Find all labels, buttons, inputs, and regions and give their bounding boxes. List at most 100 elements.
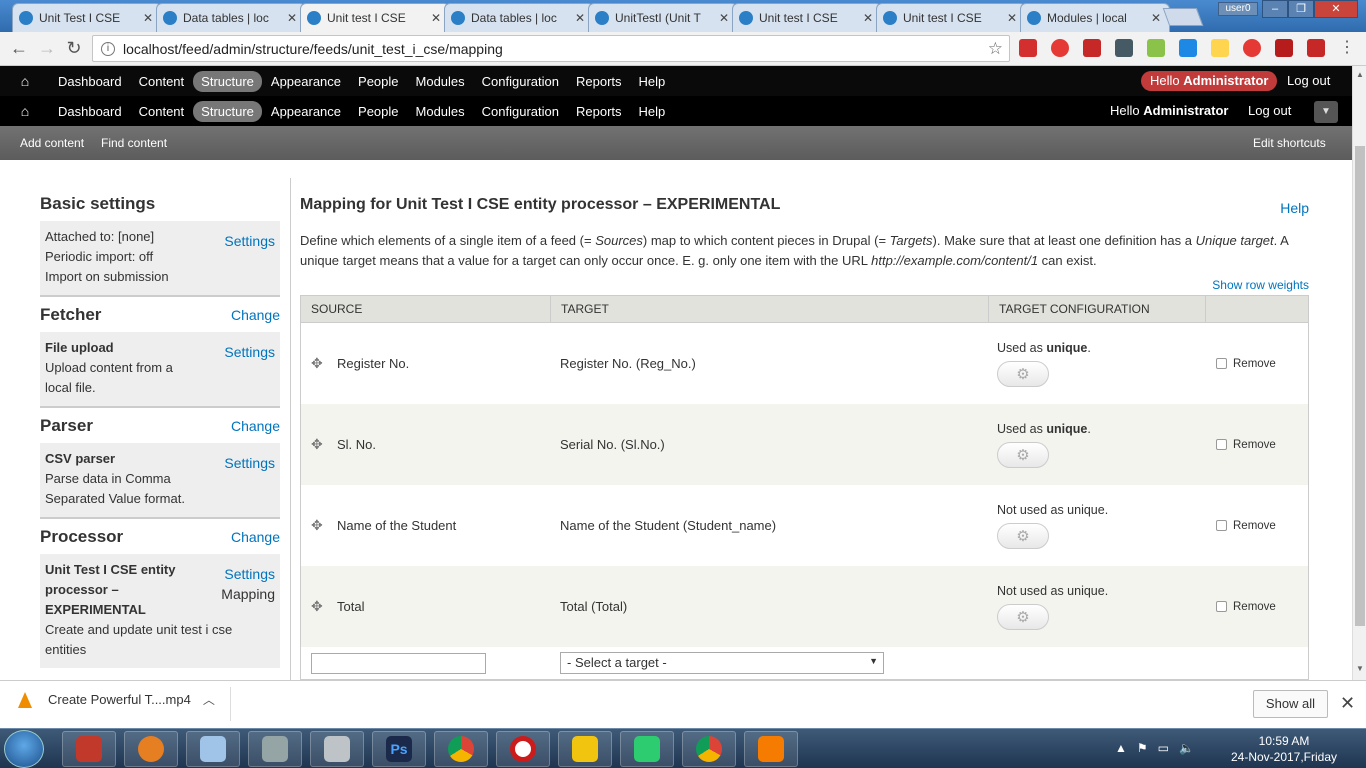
drag-handle-icon[interactable]: ✥ (311, 355, 327, 372)
parser-change-link[interactable]: Change (231, 418, 280, 434)
download-item[interactable]: Create Powerful T....mp4 ︿ (18, 691, 215, 708)
shield-extension-icon[interactable] (1275, 39, 1293, 57)
menu-content[interactable]: Content (131, 71, 193, 92)
menu-configuration[interactable]: Configuration (474, 71, 567, 92)
window-close-button[interactable]: ✕ (1314, 0, 1358, 18)
profile-badge[interactable]: user0 (1218, 2, 1258, 16)
taskbar-app[interactable] (620, 731, 674, 767)
menu-modules[interactable]: Modules (408, 71, 473, 92)
logout-link[interactable]: Log out (1248, 103, 1291, 118)
maximize-button[interactable]: ❐ (1288, 0, 1314, 18)
user-greeting[interactable]: Hello Administrator (1141, 71, 1278, 91)
fetcher-settings-link[interactable]: Settings (224, 342, 275, 362)
remove-checkbox[interactable] (1216, 601, 1227, 612)
show-all-button[interactable]: Show all (1253, 690, 1328, 718)
user-greeting[interactable]: Hello Administrator (1110, 103, 1228, 118)
taskbar-clock[interactable]: 10:59 AM 24-Nov-2017,Friday (1228, 733, 1340, 765)
menu-dashboard[interactable]: Dashboard (50, 71, 130, 92)
opera-extension-icon[interactable] (1051, 39, 1069, 57)
processor-settings-link[interactable]: Settings (221, 564, 275, 584)
processor-mapping-link[interactable]: Mapping (221, 584, 275, 604)
taskbar-app[interactable] (248, 731, 302, 767)
menu-reports[interactable]: Reports (568, 101, 630, 122)
configure-gear-button[interactable]: ⚙ (997, 441, 1049, 468)
close-icon[interactable]: ✕ (1340, 693, 1355, 714)
close-icon[interactable]: ✕ (429, 11, 443, 25)
configure-gear-button[interactable]: ⚙ (997, 522, 1049, 549)
taskbar-app[interactable] (434, 731, 488, 767)
start-button[interactable] (4, 730, 44, 768)
close-icon[interactable]: ✕ (285, 11, 299, 25)
processor-change-link[interactable]: Change (231, 529, 280, 545)
remove-checkbox[interactable] (1216, 358, 1227, 369)
menu-structure[interactable]: Structure (193, 70, 262, 92)
reload-icon[interactable]: ↻ (63, 38, 85, 60)
close-icon[interactable]: ✕ (141, 11, 155, 25)
browser-tab-active[interactable]: Unit test I CSE ✕ (300, 3, 450, 32)
close-icon[interactable]: ✕ (717, 11, 731, 25)
menu-reports[interactable]: Reports (568, 71, 630, 92)
browser-tab[interactable]: Data tables | loc ✕ (156, 3, 306, 32)
close-icon[interactable]: ✕ (573, 11, 587, 25)
taskbar-app[interactable] (682, 731, 736, 767)
browser-menu-icon[interactable]: ⋮ (1336, 38, 1358, 60)
target-extension-icon[interactable] (1243, 39, 1261, 57)
minimize-button[interactable]: – (1262, 0, 1288, 18)
scrollbar-thumb[interactable] (1355, 146, 1365, 626)
drag-handle-icon[interactable]: ✥ (311, 598, 327, 615)
menu-help[interactable]: Help (631, 71, 674, 92)
browser-tab[interactable]: Unit Test I CSE ✕ (12, 3, 162, 32)
menu-help[interactable]: Help (631, 101, 674, 122)
page-scrollbar[interactable]: ▲ ▼ (1352, 66, 1366, 680)
forward-arrow-icon[interactable]: → (36, 38, 58, 60)
browser-tab[interactable]: Modules | local ✕ (1020, 3, 1170, 32)
drag-handle-icon[interactable]: ✥ (311, 436, 327, 453)
menu-structure[interactable]: Structure (193, 100, 262, 122)
food-extension-icon[interactable] (1147, 39, 1165, 57)
menu-configuration[interactable]: Configuration (474, 101, 567, 122)
adblock-plus-icon[interactable] (1019, 39, 1037, 57)
drag-handle-icon[interactable]: ✥ (311, 517, 327, 534)
configure-gear-button[interactable]: ⚙ (997, 603, 1049, 630)
parser-settings-link[interactable]: Settings (224, 453, 275, 473)
system-tray[interactable]: ▲ ⚑ ▭ 🔈 (1115, 741, 1194, 755)
taskbar-app[interactable] (744, 731, 798, 767)
menu-appearance[interactable]: Appearance (263, 101, 349, 122)
basic-settings-link[interactable]: Settings (224, 231, 275, 251)
remove-checkbox[interactable] (1216, 520, 1227, 531)
scroll-down-arrow-icon[interactable]: ▼ (1356, 664, 1364, 673)
menu-appearance[interactable]: Appearance (263, 71, 349, 92)
home-icon[interactable]: ⌂ (16, 73, 34, 89)
chevron-up-icon[interactable]: ︿ (203, 691, 215, 708)
menu-modules[interactable]: Modules (408, 101, 473, 122)
folder-extension-icon[interactable] (1211, 39, 1229, 57)
taskbar-app[interactable] (310, 731, 364, 767)
info-icon[interactable]: i (101, 41, 115, 56)
logout-link[interactable]: Log out (1287, 73, 1330, 88)
weather-extension-icon[interactable] (1179, 39, 1197, 57)
new-tab-button[interactable] (1162, 8, 1204, 26)
shortcut-find-content[interactable]: Find content (101, 136, 167, 150)
bus-extension-icon[interactable] (1115, 39, 1133, 57)
home-icon[interactable]: ⌂ (16, 103, 34, 119)
new-source-input[interactable] (311, 652, 486, 674)
menu-dashboard[interactable]: Dashboard (50, 101, 130, 122)
close-icon[interactable]: ✕ (861, 11, 875, 25)
toolbar-drawer-toggle[interactable]: ▼ (1314, 101, 1338, 123)
scroll-up-arrow-icon[interactable]: ▲ (1356, 70, 1364, 79)
fetcher-change-link[interactable]: Change (231, 307, 280, 323)
taskbar-app[interactable] (558, 731, 612, 767)
help-link[interactable]: Help (1280, 200, 1309, 216)
menu-people[interactable]: People (350, 71, 406, 92)
address-bar[interactable]: i localhost/feed/admin/structure/feeds/u… (92, 35, 1010, 62)
target-select[interactable]: - Select a target - ▼ (560, 652, 884, 674)
ublock-extension-icon[interactable] (1307, 39, 1325, 57)
browser-tab[interactable]: Unit test I CSE ✕ (876, 3, 1026, 32)
taskbar-app[interactable] (62, 731, 116, 767)
remove-checkbox[interactable] (1216, 439, 1227, 450)
taskbar-app[interactable] (124, 731, 178, 767)
video-extension-icon[interactable] (1083, 39, 1101, 57)
browser-tab[interactable]: Unit test I CSE ✕ (732, 3, 882, 32)
configure-gear-button[interactable]: ⚙ (997, 360, 1049, 387)
shortcut-add-content[interactable]: Add content (20, 136, 84, 150)
